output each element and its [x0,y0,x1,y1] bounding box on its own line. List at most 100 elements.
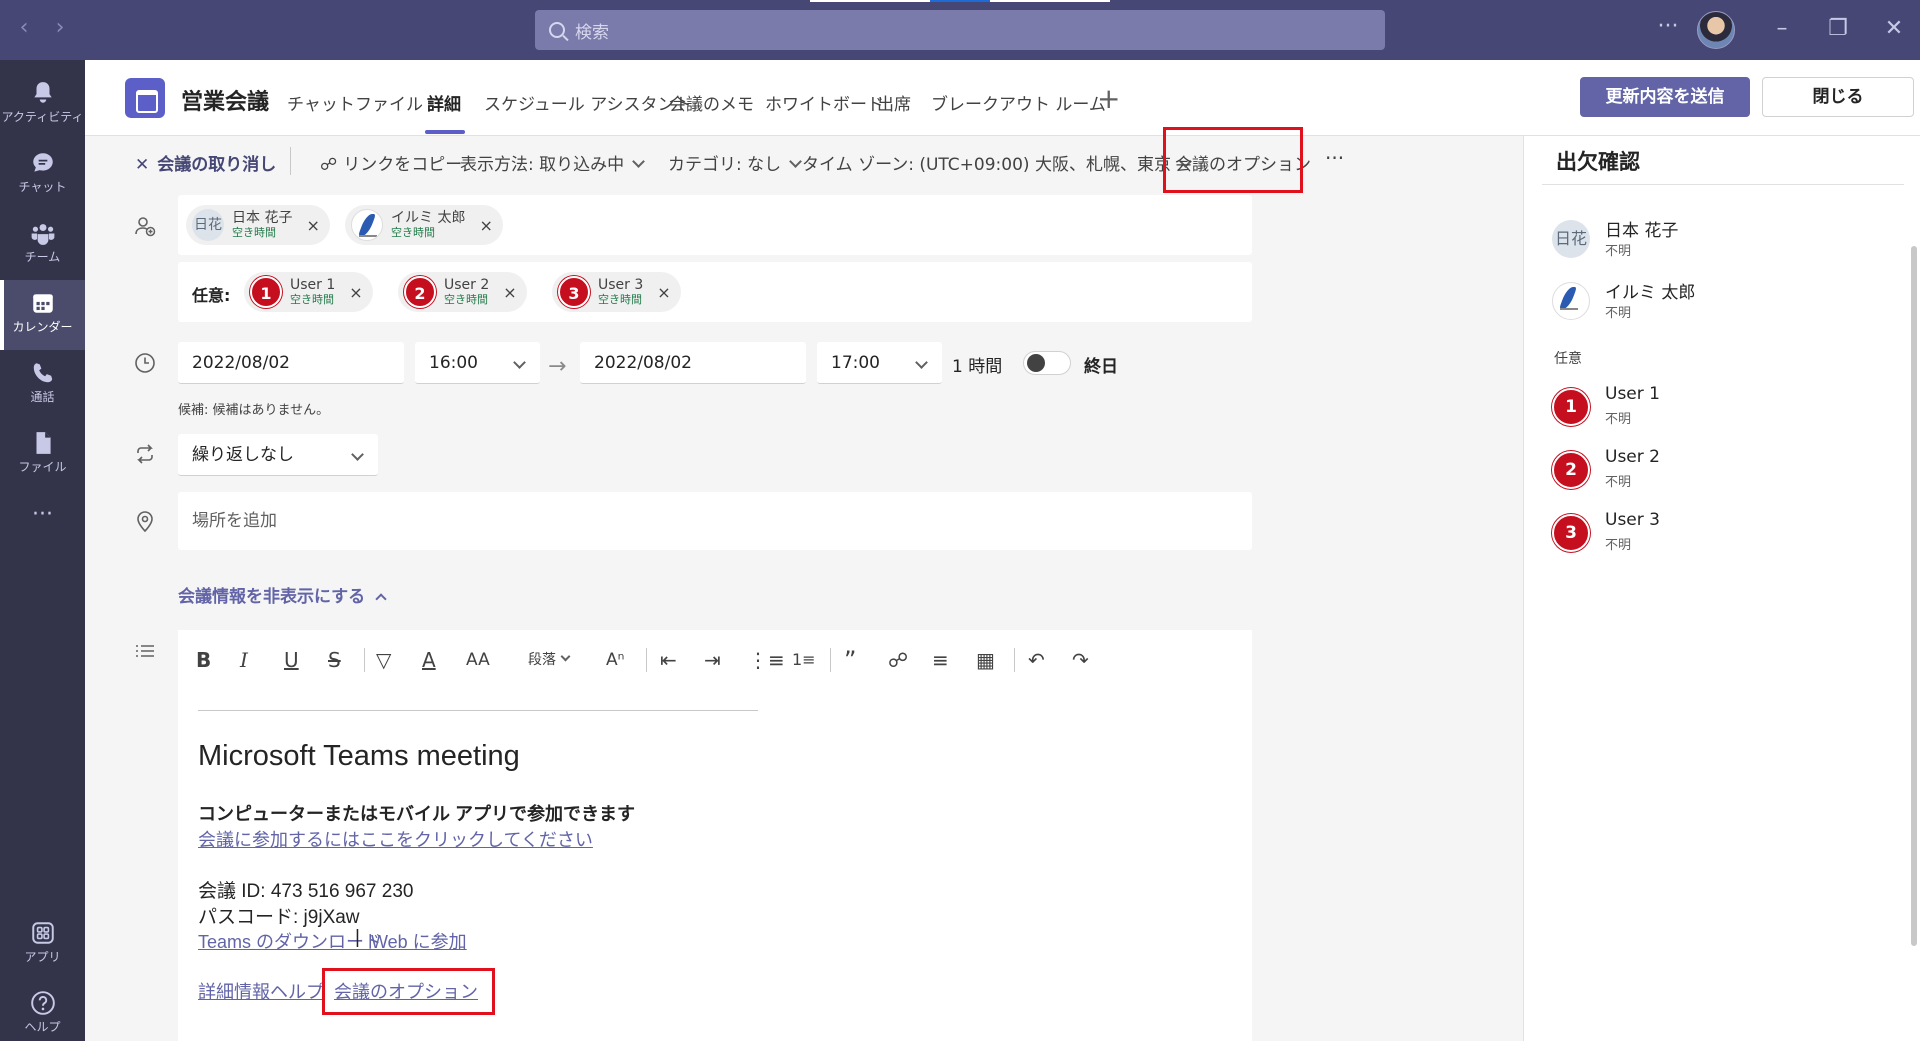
undo-icon[interactable]: ↶ [1028,648,1045,672]
chevron-down-icon [560,651,571,662]
rail-more[interactable]: ··· [0,490,85,540]
underline-icon[interactable]: U [284,648,299,672]
timezone-dropdown[interactable]: タイム ゾーン: (UTC+09:00) 大阪、札幌、東京 [802,150,1192,175]
tab-chat[interactable]: チャット [287,90,355,115]
required-attendees-field[interactable]: 日花 日本 花子 空き時間 × イルミ 太郎 空き時間 × [178,195,1252,255]
font-color-icon[interactable]: A [422,648,436,672]
title-accent-blue [930,0,990,2]
attendee-status: 空き時間 [232,226,276,239]
link-icon[interactable]: ☍ [888,648,908,672]
attendee-chip[interactable]: 1 User 1 空き時間 × [244,272,373,312]
attendee-chip[interactable]: 3 User 3 空き時間 × [552,272,681,312]
start-time-select[interactable]: 16:00 [415,342,540,384]
tab-files[interactable]: ファイル [355,90,423,115]
tab-meeting-notes[interactable]: 会議のメモ [669,90,754,115]
location-input[interactable]: 場所を追加 [178,492,1252,550]
font-size-icon[interactable]: AA [466,648,490,672]
rsvp-person: 3 User 3 不明 [1552,510,1892,554]
repeat-select[interactable]: 繰り返しなし [178,434,378,476]
close-button[interactable]: 閉じる [1762,77,1914,117]
copy-link-button[interactable]: ☍ リンクをコピー [320,150,462,175]
cancel-meeting-button[interactable]: ✕ 会議の取り消し [135,150,276,175]
join-meeting-link[interactable]: 会議に参加するにはここをクリックしてください [198,826,593,852]
tab-breakout-rooms[interactable]: ブレークアウト ルーム [931,90,1106,115]
more-actions-icon[interactable]: ··· [1325,146,1344,170]
tab-attendance[interactable]: 出席 [877,90,911,115]
attendee-chip[interactable]: 2 User 2 空き時間 × [398,272,527,312]
bold-icon[interactable]: B [196,648,211,672]
optional-section-label: 任意 [1554,351,1582,367]
rail-item-help[interactable]: ヘルプ [0,980,85,1041]
tab-scheduling-assistant[interactable]: スケジュール アシスタント [484,90,692,115]
rail-label: チャット [18,180,67,194]
attendee-status: 空き時間 [391,226,435,239]
title-accent [810,0,930,2]
table-icon[interactable]: ▦ [976,648,995,672]
start-time-value: 16:00 [429,353,478,373]
rail-item-calendar[interactable]: カレンダー [0,280,85,350]
italic-icon[interactable]: I [240,648,248,672]
rail-item-calls[interactable]: 通話 [0,350,85,420]
all-day-toggle[interactable] [1023,351,1071,375]
rail-item-chat[interactable]: チャット [0,140,85,210]
horizontal-rule-icon[interactable]: ≡ [932,648,949,672]
close-window-icon[interactable]: ✕ [1876,14,1912,44]
back-arrow-icon[interactable]: ‹ [12,16,36,40]
join-web-link[interactable]: Web に参加 [371,928,467,954]
meeting-header: 営業会議 チャット ファイル 詳細 スケジュール アシスタント 会議のメモ ホワ… [85,60,1920,136]
location-icon [137,511,153,533]
remove-attendee-icon[interactable]: × [306,216,319,235]
start-date-input[interactable]: 2022/08/02 [178,342,404,384]
remove-attendee-icon[interactable]: × [349,283,362,302]
profile-avatar[interactable] [1697,11,1735,49]
rail-item-teams[interactable]: チーム [0,210,85,280]
strikethrough-icon[interactable]: S [328,648,341,672]
attendee-name: イルミ 太郎 [391,210,466,226]
remove-attendee-icon[interactable]: × [479,216,492,235]
scrollbar[interactable] [1911,246,1917,946]
send-update-button[interactable]: 更新内容を送信 [1580,77,1750,117]
optional-attendees-field[interactable]: 任意: 1 User 1 空き時間 × 2 User 2 空き時間 × 3 User… [178,262,1252,322]
apps-icon [31,922,54,944]
remove-attendee-icon[interactable]: × [657,283,670,302]
highlight-icon[interactable]: ▽ [376,648,391,672]
chevron-up-icon [375,593,387,605]
forward-arrow-icon[interactable]: › [48,16,72,40]
clear-format-icon[interactable]: Aⁿ [606,648,624,672]
hide-meeting-info-link[interactable]: 会議情報を非表示にする [178,582,387,607]
add-tab-icon[interactable]: + [1097,82,1120,115]
bullet-list-icon[interactable]: ⋮≡ [748,648,785,672]
end-date-input[interactable]: 2022/08/02 [580,342,806,384]
paragraph-dropdown[interactable]: 段落 [528,648,571,672]
search-icon [549,22,565,38]
attendee-status: 空き時間 [598,293,642,306]
category-dropdown[interactable]: カテゴリ: なし [668,150,803,175]
attendee-chip[interactable]: イルミ 太郎 空き時間 × [345,205,503,245]
highlight-box [1163,127,1303,193]
chevron-down-icon [789,155,803,168]
indent-icon[interactable]: ⇥ [704,648,721,672]
end-time-select[interactable]: 17:00 [817,342,942,384]
remove-attendee-icon[interactable]: × [503,283,516,302]
more-options-icon[interactable]: ··· [1650,12,1686,42]
help-link[interactable]: 詳細情報ヘルプ [198,978,324,1004]
show-as-dropdown[interactable]: 表示方法: 取り込み中 [460,150,646,175]
rsvp-title: 出欠確認 [1556,150,1640,174]
rail-item-activity[interactable]: アクティビティ [0,70,85,140]
tab-details[interactable]: 詳細 [427,90,461,115]
minimize-icon[interactable]: – [1764,14,1800,44]
restore-icon[interactable]: ❐ [1820,14,1856,44]
attendee-chip[interactable]: 日花 日本 花子 空き時間 × [186,205,330,245]
numbered-list-icon[interactable]: 1≡ [792,648,816,672]
attendee-name: 日本 花子 [232,210,293,226]
redo-icon[interactable]: ↷ [1072,648,1089,672]
search-input[interactable]: 検索 [535,10,1385,50]
outdent-icon[interactable]: ⇤ [660,648,677,672]
tab-whiteboard[interactable]: ホワイトボード [765,90,884,115]
quote-icon[interactable]: ” [844,648,856,672]
paragraph-label: 段落 [528,652,556,668]
person-name: User 2 [1605,447,1660,467]
rail-item-apps[interactable]: アプリ [0,910,85,980]
rail-item-files[interactable]: ファイル [0,420,85,490]
rail-label: ヘルプ [24,1020,61,1034]
